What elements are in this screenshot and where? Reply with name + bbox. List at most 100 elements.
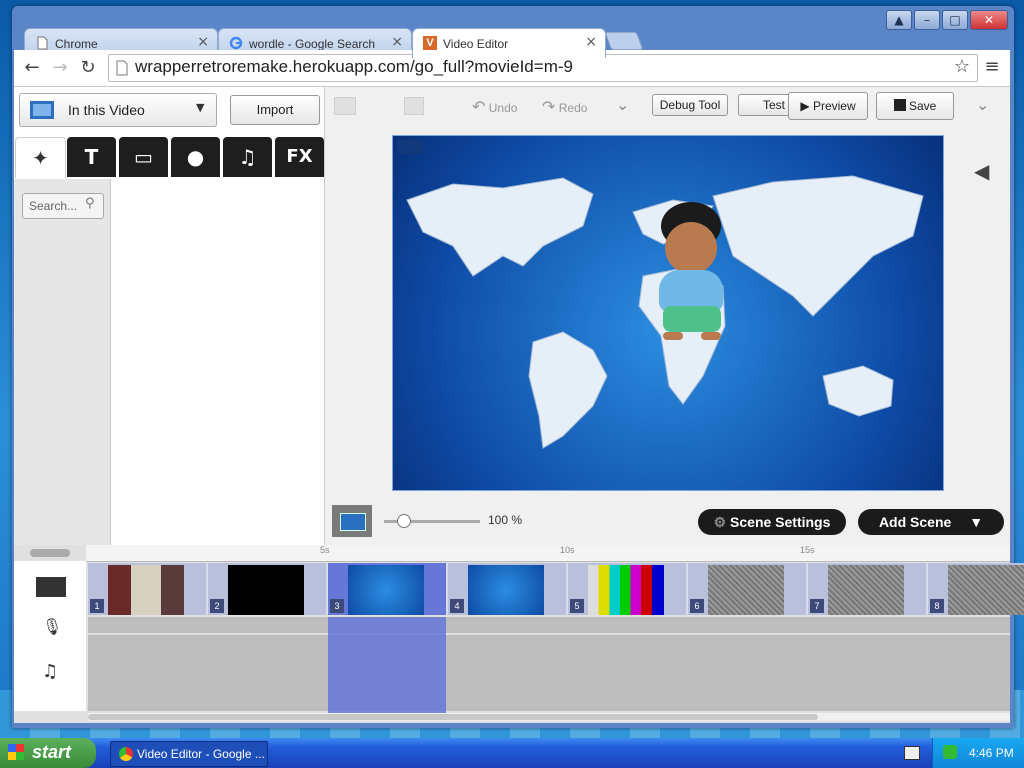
windows-logo-icon xyxy=(8,744,24,760)
undo-icon: ↶ xyxy=(472,97,486,116)
import-button[interactable]: Import xyxy=(230,95,320,125)
library-panel: In this Video ▼ Import ✦ T ▭ ● ♫ FX Sear… xyxy=(14,87,325,545)
scene-number: 2 xyxy=(210,599,224,613)
zoom-slider-knob[interactable] xyxy=(397,514,412,528)
stage-canvas[interactable] xyxy=(392,135,944,491)
track-labels: 🎙 ♫ xyxy=(14,561,86,711)
debug-tool-button[interactable]: Debug Tool xyxy=(652,94,728,116)
save-button[interactable]: Save xyxy=(876,92,954,120)
system-tray: 4:46 PM xyxy=(932,738,1024,768)
search-input[interactable]: Search... ⚲ xyxy=(22,193,104,219)
tab-backgrounds[interactable]: ▭ xyxy=(119,137,168,177)
clock: 4:46 PM xyxy=(969,746,1014,760)
minimize-button[interactable]: – xyxy=(914,10,940,30)
page-icon xyxy=(116,60,128,76)
video-editor-favicon: V xyxy=(423,36,437,50)
url-text: wrapperretroremake.herokuapp.com/go_full… xyxy=(135,57,573,76)
redo-label: Redo xyxy=(558,101,588,115)
chrome-icon xyxy=(119,747,133,761)
scene-settings-button[interactable]: ⚙ Scene Settings xyxy=(698,509,846,535)
page-icon xyxy=(37,36,48,50)
keyboard-icon[interactable] xyxy=(904,746,920,760)
window-menu-button[interactable]: ▲ xyxy=(886,10,912,30)
tab-effects[interactable]: FX xyxy=(275,137,324,177)
start-button[interactable]: start xyxy=(0,738,96,768)
music-note-icon: ♫ xyxy=(238,145,257,169)
start-label: start xyxy=(32,742,72,762)
character-figure[interactable] xyxy=(643,202,739,346)
scene-clip[interactable]: 8 xyxy=(928,563,1024,615)
add-scene-button[interactable]: Add Scene ▼ xyxy=(858,509,1004,535)
editor-toolbar: ↶ Undo ↷ Redo ⌄ Debug Tool Test ▶ Previe… xyxy=(326,87,1010,123)
scene-clip[interactable]: 6 xyxy=(688,563,808,615)
taskbar-item-video-editor[interactable]: Video Editor - Google ... xyxy=(110,741,268,767)
preview-label: Preview xyxy=(812,99,856,113)
delete-icon[interactable] xyxy=(404,97,424,115)
scene-thumbnail xyxy=(108,565,184,615)
ruler-tick: 10s xyxy=(560,545,575,555)
chevron-down-icon: ▼ xyxy=(196,101,205,114)
search-icon: ⚲ xyxy=(85,196,95,211)
bookmark-star-icon[interactable]: ☆ xyxy=(950,55,974,79)
scene-number: 5 xyxy=(570,599,584,613)
scene-thumbnail xyxy=(828,565,904,615)
maximize-button[interactable]: □ xyxy=(942,10,968,30)
stage-controls: 100 % ⚙ Scene Settings Add Scene ▼ xyxy=(326,497,1010,545)
time-ruler: 5s 10s 15s xyxy=(86,545,1010,562)
tab-close-icon[interactable]: × xyxy=(391,34,403,50)
tab-close-icon[interactable]: × xyxy=(585,34,597,50)
scene-clip[interactable]: 5 xyxy=(568,563,688,615)
reload-icon[interactable]: ↻ xyxy=(76,56,100,80)
timeline-collapse-handle[interactable] xyxy=(30,549,70,557)
tab-sounds[interactable]: ♫ xyxy=(223,137,272,177)
tab-close-icon[interactable]: × xyxy=(197,34,209,50)
scene-clip[interactable]: 4 xyxy=(448,563,568,615)
scene-clip[interactable]: 1 xyxy=(88,563,208,615)
address-bar[interactable]: wrapperretroremake.herokuapp.com/go_full… xyxy=(108,54,978,82)
redo-icon: ↷ xyxy=(542,97,556,116)
scene-thumbnail xyxy=(228,565,304,615)
video-editor-app: In this Video ▼ Import ✦ T ▭ ● ♫ FX Sear… xyxy=(14,87,1024,723)
tab-label: Video Editor xyxy=(443,37,509,51)
scene-clip[interactable]: 7 xyxy=(808,563,928,615)
close-window-button[interactable]: ✕ xyxy=(970,10,1008,30)
chevron-down-icon[interactable]: ▼ xyxy=(969,514,983,530)
microphone-icon: 🎙 xyxy=(42,617,63,636)
text-icon: T xyxy=(84,145,99,169)
chevron-down-icon[interactable]: ⌄ xyxy=(616,95,629,114)
add-scene-label: Add Scene xyxy=(878,514,952,530)
scene-thumbnail-button[interactable] xyxy=(332,505,372,537)
film-icon xyxy=(30,101,54,119)
undo-label: Undo xyxy=(488,101,518,115)
tab-video-editor[interactable]: V Video Editor × xyxy=(412,28,606,58)
library-dropdown-label: In this Video xyxy=(68,102,145,118)
scene-clip[interactable]: 3 xyxy=(328,563,448,615)
timeline-scrollbar[interactable] xyxy=(88,713,1010,721)
menu-icon[interactable]: ≡ xyxy=(980,55,1004,79)
tab-label: Chrome xyxy=(55,37,98,51)
new-tab-button[interactable] xyxy=(604,32,644,50)
scrollbar-thumb[interactable] xyxy=(88,714,818,720)
character-icon: ✦ xyxy=(32,146,49,170)
tab-characters[interactable]: ✦ xyxy=(15,137,66,178)
redo-button[interactable]: ↷ Redo xyxy=(542,97,587,116)
undo-button[interactable]: ↶ Undo xyxy=(472,97,517,116)
voice-track[interactable] xyxy=(88,617,1010,633)
forward-icon[interactable]: → xyxy=(48,56,72,80)
back-icon[interactable]: ← xyxy=(20,56,44,80)
tab-props[interactable]: ● xyxy=(171,137,220,177)
ruler-tick: 5s xyxy=(320,545,330,555)
copy-icon[interactable] xyxy=(334,97,356,115)
preview-button[interactable]: ▶ Preview xyxy=(788,92,868,120)
category-column xyxy=(14,179,111,545)
save-label: Save xyxy=(908,99,937,113)
scene-clip[interactable]: 2 xyxy=(208,563,328,615)
tab-text[interactable]: T xyxy=(67,137,116,177)
network-icon[interactable] xyxy=(943,745,957,759)
library-dropdown[interactable]: In this Video ▼ xyxy=(19,93,217,127)
film-strip-icon xyxy=(36,577,66,597)
chevron-down-icon[interactable]: ⌄ xyxy=(976,95,989,114)
music-track[interactable] xyxy=(88,635,1010,711)
megaphone-icon[interactable]: ◀ xyxy=(974,159,989,183)
gear-icon: ⚙ xyxy=(713,514,727,530)
